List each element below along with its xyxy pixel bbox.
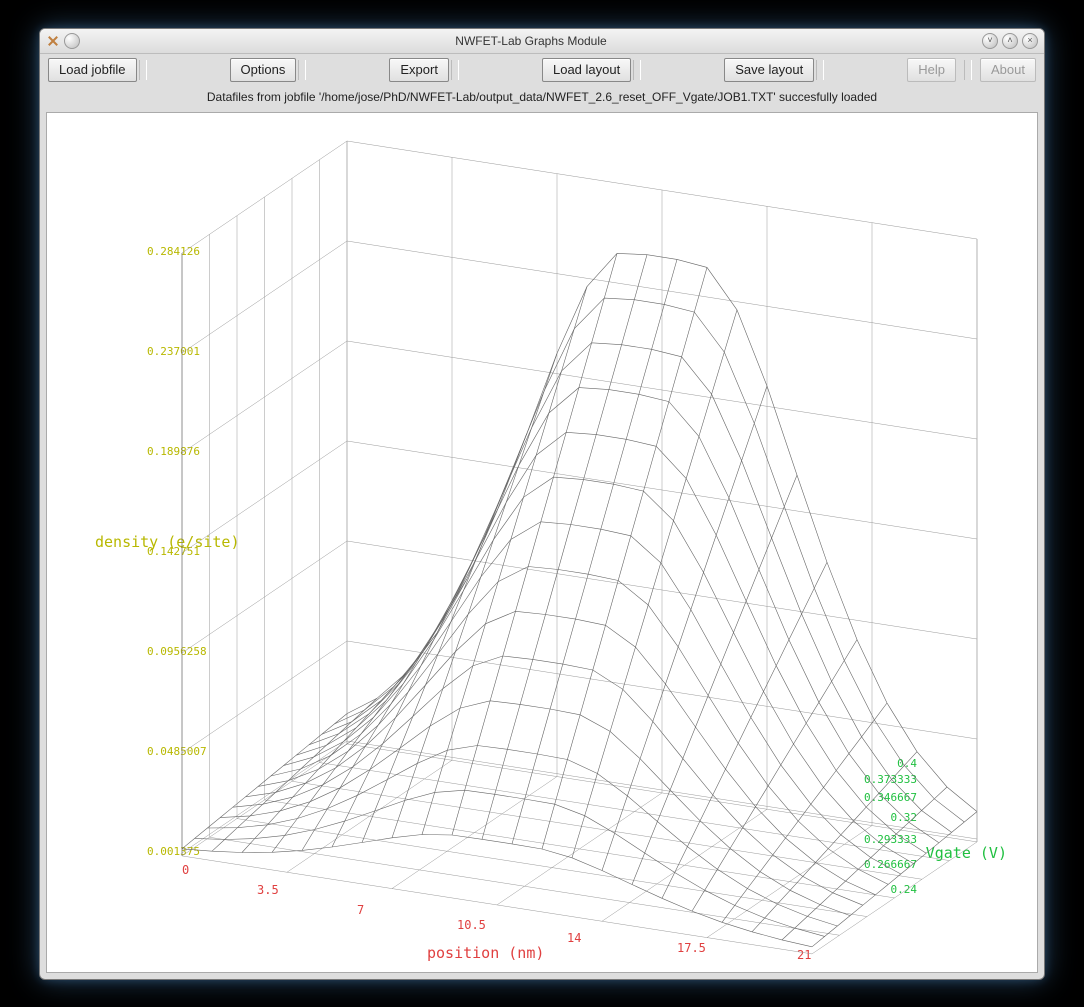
toolbar: Load jobfile Options Export Load layout …	[40, 54, 1044, 86]
save-layout-button[interactable]: Save layout	[724, 58, 814, 82]
about-button[interactable]: About	[980, 58, 1036, 82]
export-button[interactable]: Export	[389, 58, 449, 82]
minimize-button[interactable]: ˅	[982, 33, 998, 49]
titlebar: NWFET-Lab Graphs Module ˅ ˄ ×	[40, 29, 1044, 54]
maximize-button[interactable]: ˄	[1002, 33, 1018, 49]
plot-3d-surface[interactable]: density (e/site) position (nm) Vgate (V)…	[46, 112, 1038, 973]
load-layout-button[interactable]: Load layout	[542, 58, 631, 82]
shade-button[interactable]	[64, 33, 80, 49]
options-button[interactable]: Options	[230, 58, 297, 82]
wireframe-mesh	[47, 113, 1037, 973]
help-button[interactable]: Help	[907, 58, 956, 82]
load-jobfile-button[interactable]: Load jobfile	[48, 58, 137, 82]
app-window: NWFET-Lab Graphs Module ˅ ˄ × Load jobfi…	[39, 28, 1045, 980]
app-menu-icon[interactable]	[46, 34, 60, 48]
status-message: Datafiles from jobfile '/home/jose/PhD/N…	[40, 86, 1044, 108]
close-button[interactable]: ×	[1022, 33, 1038, 49]
window-title: NWFET-Lab Graphs Module	[80, 34, 982, 48]
